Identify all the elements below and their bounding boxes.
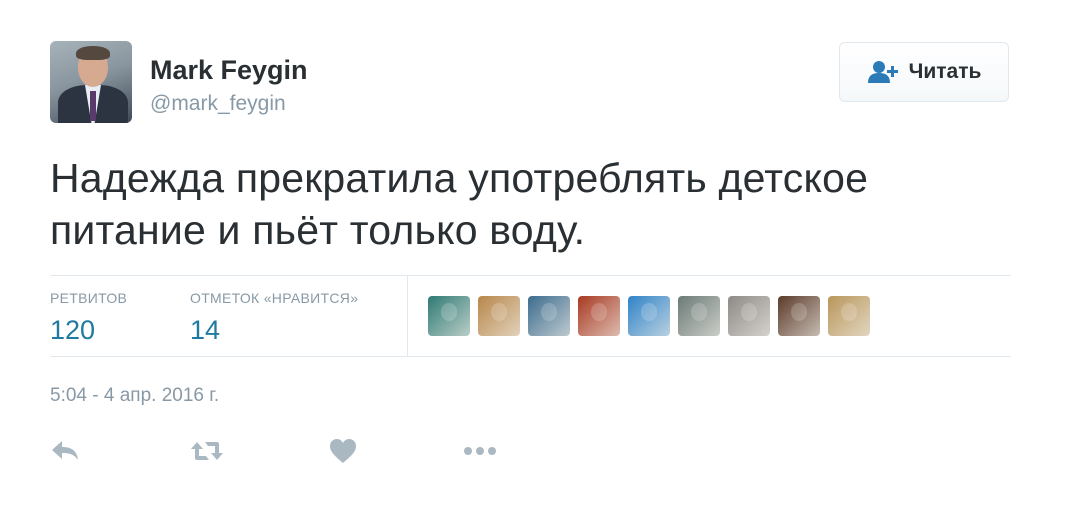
retweet-icon	[191, 442, 223, 460]
like-button[interactable]	[329, 434, 357, 468]
avatar-tie	[90, 91, 96, 121]
liker-avatar-3[interactable]	[528, 296, 570, 336]
stats-top-divider	[50, 275, 1011, 276]
avatar-hair	[76, 46, 110, 60]
liker-avatar-2[interactable]	[478, 296, 520, 336]
liker-avatar-6[interactable]	[678, 296, 720, 336]
tweet-text: Надежда прекратила употреблять детское п…	[50, 155, 869, 253]
reply-button[interactable]	[50, 434, 80, 468]
likes-label: ОТМЕТОК «НРАВИТСЯ»	[190, 290, 359, 306]
liker-avatar-8[interactable]	[778, 296, 820, 336]
retweets-count: 120	[50, 315, 96, 345]
heart-icon	[330, 439, 356, 463]
retweet-button[interactable]	[189, 434, 225, 468]
follow-person-plus-icon	[867, 61, 898, 83]
author-name[interactable]: Mark Feygin	[150, 55, 308, 85]
author-handle[interactable]: @mark_feygin	[150, 92, 286, 116]
liker-avatar-7[interactable]	[728, 296, 770, 336]
retweets-stat[interactable]: РЕТВИТОВ 120	[50, 290, 127, 346]
retweets-label: РЕТВИТОВ	[50, 290, 128, 306]
follow-button[interactable]: Читать	[839, 42, 1009, 102]
stats-bottom-divider	[50, 356, 1011, 357]
liker-avatar-9[interactable]	[828, 296, 870, 336]
follow-button-label: Читать	[908, 60, 982, 83]
likes-count: 14	[190, 315, 221, 345]
liker-avatar-4[interactable]	[578, 296, 620, 336]
more-button[interactable]	[463, 434, 497, 468]
tweet-card: Mark Feygin @mark_feygin Читать Надежда …	[0, 0, 1069, 512]
liker-avatar-1[interactable]	[428, 296, 470, 336]
author-avatar[interactable]	[50, 41, 132, 123]
likers-avatars	[428, 296, 870, 336]
liker-avatar-5[interactable]	[628, 296, 670, 336]
reply-icon	[52, 441, 78, 460]
more-dots-icon	[464, 447, 496, 455]
stats-separator	[407, 276, 408, 356]
likes-stat[interactable]: ОТМЕТОК «НРАВИТСЯ» 14	[190, 290, 358, 346]
tweet-timestamp[interactable]: 5:04 - 4 апр. 2016 г.	[50, 385, 219, 407]
